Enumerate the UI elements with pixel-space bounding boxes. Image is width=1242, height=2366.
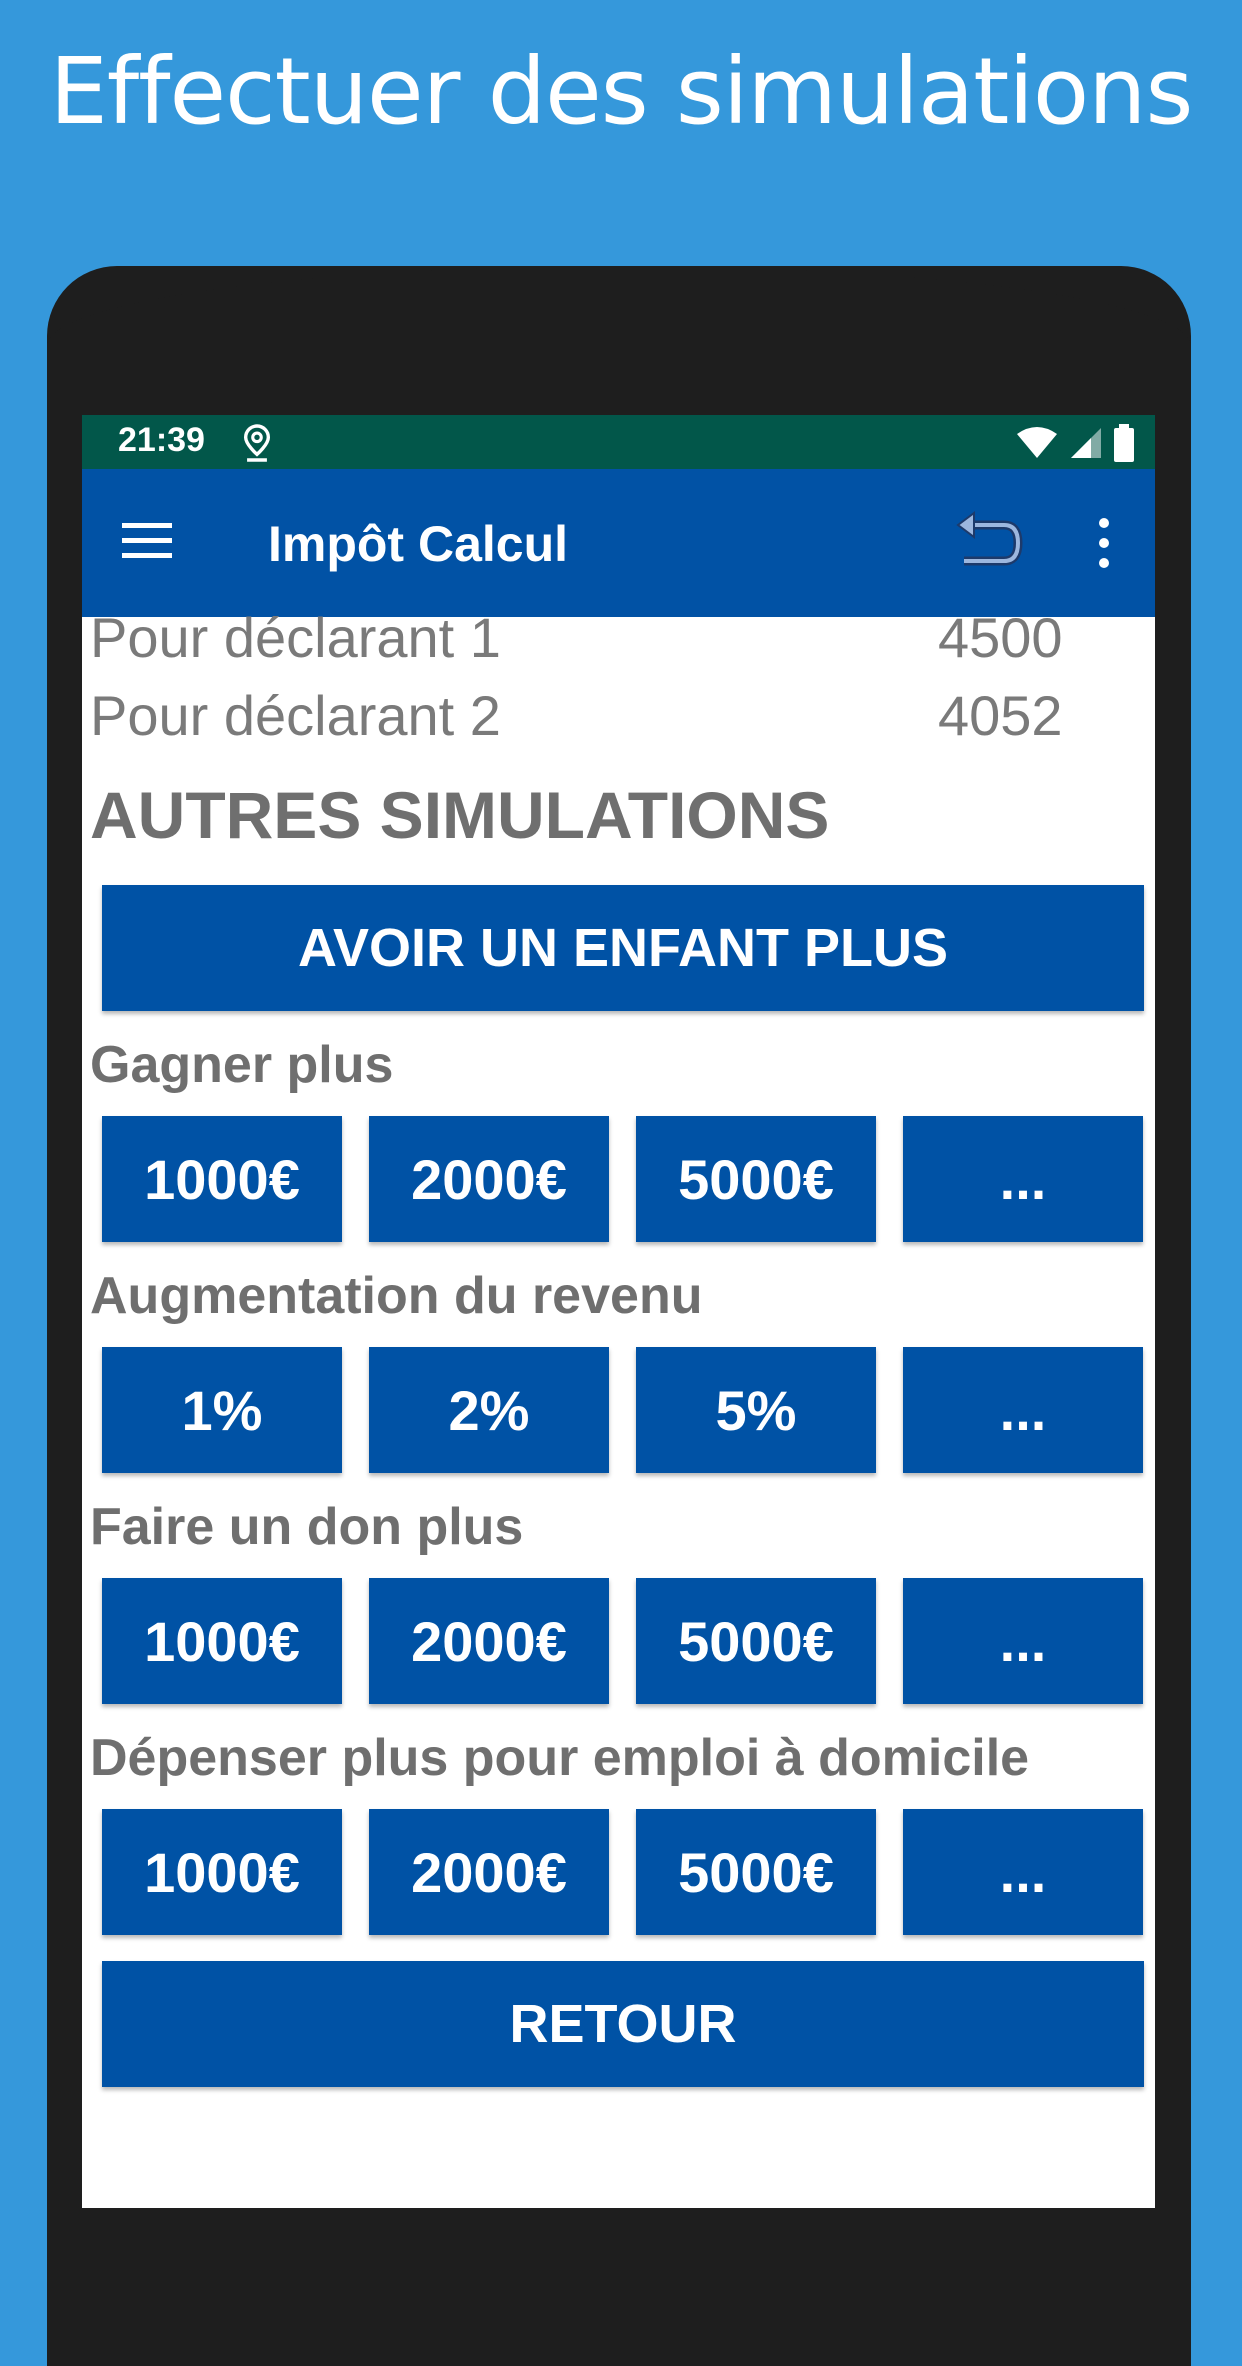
avoir-enfant-plus-button[interactable]: AVOIR UN ENFANT PLUS xyxy=(102,885,1144,1011)
status-time: 21:39 xyxy=(118,421,205,459)
location-icon xyxy=(243,424,271,462)
phone-screen: 21:39 Impôt Calcul Pour déclarant 1 4500… xyxy=(82,415,1155,2208)
declarant-row-2: Pour déclarant 2 4052 xyxy=(90,683,1090,748)
menu-icon[interactable] xyxy=(122,521,172,561)
section-title: AUTRES SIMULATIONS xyxy=(90,778,830,852)
augmentation-button-1[interactable]: 1% xyxy=(102,1347,342,1473)
app-title: Impôt Calcul xyxy=(268,516,569,572)
declarant-value: 4500 xyxy=(938,606,1063,669)
wifi-icon xyxy=(1017,427,1057,458)
declarant-row-1: Pour déclarant 1 4500 xyxy=(90,605,1090,670)
gagner-plus-button-1[interactable]: 1000€ xyxy=(102,1116,342,1242)
group-label-don-plus: Faire un don plus xyxy=(90,1498,524,1556)
don-plus-button-1[interactable]: 1000€ xyxy=(102,1578,342,1704)
declarant-label: Pour déclarant 1 xyxy=(90,606,501,669)
augmentation-button-3[interactable]: 5% xyxy=(636,1347,876,1473)
battery-icon xyxy=(1114,424,1134,462)
signal-icon xyxy=(1071,428,1101,458)
status-bar: 21:39 xyxy=(82,415,1155,469)
emploi-domicile-button-1[interactable]: 1000€ xyxy=(102,1809,342,1935)
gagner-plus-button-2[interactable]: 2000€ xyxy=(369,1116,609,1242)
declarant-value: 4052 xyxy=(938,684,1063,747)
declarant-label: Pour déclarant 2 xyxy=(90,684,501,747)
group-label-gagner-plus: Gagner plus xyxy=(90,1036,394,1094)
status-icons xyxy=(1015,423,1135,463)
don-plus-button-more[interactable]: ... xyxy=(903,1578,1143,1704)
more-options-icon[interactable] xyxy=(1092,515,1116,571)
headline: Effectuer des simulations xyxy=(49,38,1194,145)
emploi-domicile-button-2[interactable]: 2000€ xyxy=(369,1809,609,1935)
app-bar: Impôt Calcul xyxy=(82,469,1155,617)
emploi-domicile-button-3[interactable]: 5000€ xyxy=(636,1809,876,1935)
don-plus-button-2[interactable]: 2000€ xyxy=(369,1578,609,1704)
augmentation-button-2[interactable]: 2% xyxy=(369,1347,609,1473)
emploi-domicile-button-more[interactable]: ... xyxy=(903,1809,1143,1935)
gagner-plus-button-more[interactable]: ... xyxy=(903,1116,1143,1242)
gagner-plus-button-3[interactable]: 5000€ xyxy=(636,1116,876,1242)
retour-button[interactable]: RETOUR xyxy=(102,1961,1144,2087)
group-label-emploi-domicile: Dépenser plus pour emploi à domicile xyxy=(90,1729,1030,1787)
undo-icon[interactable] xyxy=(954,511,1024,575)
group-label-augmentation-revenu: Augmentation du revenu xyxy=(90,1267,703,1325)
don-plus-button-3[interactable]: 5000€ xyxy=(636,1578,876,1704)
augmentation-button-more[interactable]: ... xyxy=(903,1347,1143,1473)
